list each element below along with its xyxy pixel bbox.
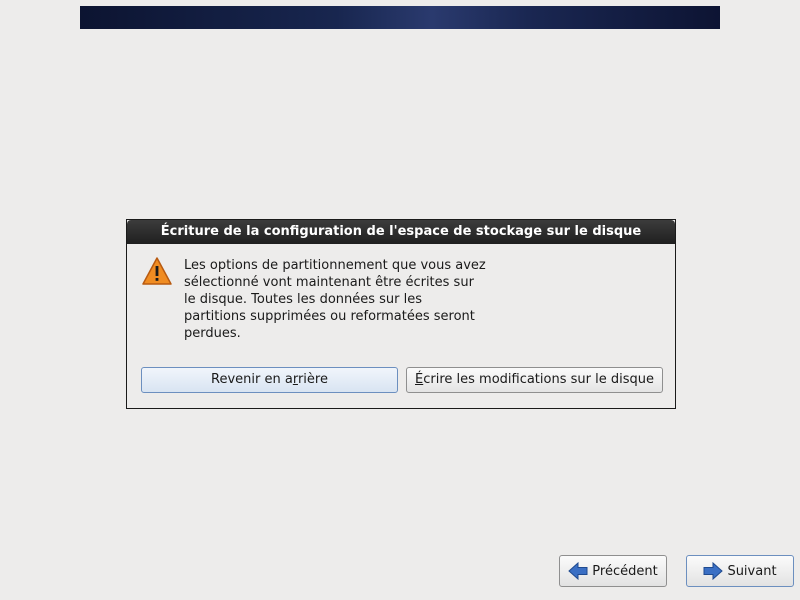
confirm-dialog: Écriture de la configuration de l'espace… <box>126 219 676 409</box>
dialog-title: Écriture de la configuration de l'espace… <box>127 220 675 244</box>
write-changes-button[interactable]: Écrire les modifications sur le disque <box>406 367 663 393</box>
go-back-label-start: Revenir en a <box>211 372 293 387</box>
arrow-left-icon <box>568 562 588 580</box>
message-line: sélectionné vont maintenant être écrites… <box>184 275 474 290</box>
write-changes-label-end: crire les modifications sur le disque <box>423 372 654 387</box>
next-label: Suivant <box>727 563 777 579</box>
top-banner <box>80 6 720 29</box>
message-line: Les options de partitionnement que vous … <box>184 258 486 273</box>
previous-label: Précédent <box>592 563 658 579</box>
write-changes-mnemonic: É <box>415 372 424 387</box>
message-line: le disque. Toutes les données sur les <box>184 292 423 307</box>
dialog-message: Les options de partitionnement que vous … <box>184 257 504 342</box>
go-back-label-end: rière <box>297 372 328 387</box>
warning-icon <box>142 257 172 285</box>
previous-button[interactable]: Précédent <box>559 555 667 587</box>
next-button[interactable]: Suivant <box>686 555 794 587</box>
go-back-button[interactable]: Revenir en arrière <box>141 367 398 393</box>
dialog-body: Les options de partitionnement que vous … <box>127 244 675 408</box>
arrow-right-icon <box>703 562 724 580</box>
message-line: perdues. <box>184 326 241 341</box>
message-line: partitions supprimées ou reformatées ser… <box>184 309 475 324</box>
